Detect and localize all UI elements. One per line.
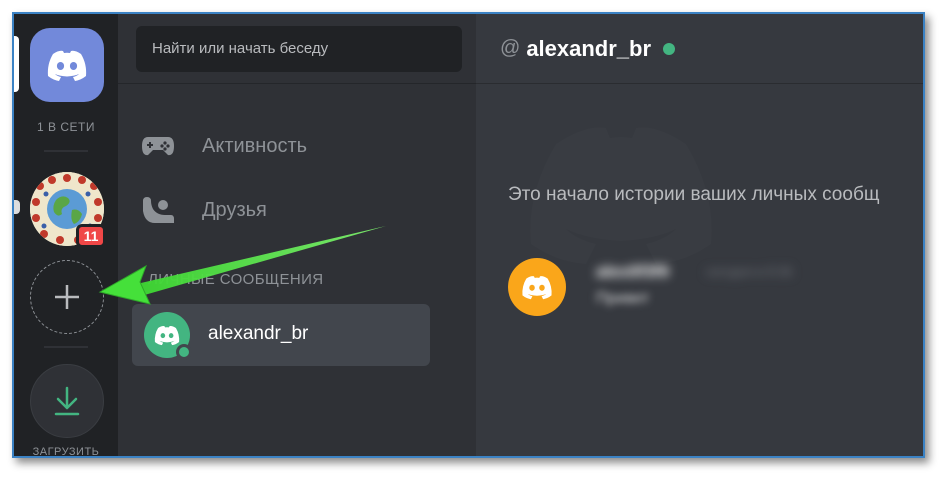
search-bar: Найти или начать беседу <box>118 14 476 84</box>
unread-badge: 11 <box>76 224 106 248</box>
download-label: ЗАГРУЗИТЬ <box>32 446 100 458</box>
discord-window: 1 В СЕТИ 11 ЗАГРУЗИТЬ Найти или начать б… <box>12 12 925 458</box>
active-indicator <box>14 36 19 92</box>
friends-icon <box>140 192 176 228</box>
chat-title: alexandr_br <box>526 35 652 61</box>
home-button[interactable] <box>30 28 104 102</box>
at-icon: @ <box>500 37 521 59</box>
message-text: Привет <box>596 290 650 307</box>
search-input[interactable]: Найти или начать беседу <box>136 26 462 72</box>
dm-item-name: alexandr_br <box>208 323 309 344</box>
rail-separator <box>44 346 88 348</box>
unread-indicator <box>14 200 20 214</box>
online-status-dot <box>663 42 676 55</box>
chat-area: @ alexandr_br Это начало истории ваших л… <box>476 14 923 456</box>
server-rail: 1 В СЕТИ 11 ЗАГРУЗИТЬ <box>14 14 118 456</box>
message-avatar[interactable] <box>508 258 566 316</box>
discord-logo-icon <box>47 50 87 81</box>
rail-separator <box>44 150 88 152</box>
dm-intro-text: Это начало истории ваших личных сообщ <box>508 184 880 205</box>
online-count: 1 В СЕТИ <box>37 120 95 134</box>
dm-sidebar: Найти или начать беседу Активность Друзь… <box>118 14 570 456</box>
message-author[interactable]: alex0f3f9 <box>596 262 669 282</box>
online-status-dot <box>176 344 192 360</box>
download-apps-button[interactable] <box>30 364 104 438</box>
dm-section-header: ЛИЧНЫЕ СООБЩЕНИЯ <box>148 271 324 288</box>
gamepad-icon <box>140 128 176 164</box>
chat-header: @ alexandr_br <box>476 14 923 84</box>
nav-friends-label: Друзья <box>202 198 267 221</box>
dm-item[interactable]: alexandr_br <box>132 304 430 366</box>
download-icon <box>54 386 80 416</box>
add-server-button[interactable] <box>30 260 104 334</box>
plus-icon <box>55 285 79 309</box>
discord-logo-icon <box>154 325 180 346</box>
nav-friends[interactable]: Друзья <box>140 188 440 232</box>
discord-logo-icon <box>522 276 552 300</box>
nav-activity[interactable]: Активность <box>140 124 440 168</box>
message-timestamp: сегодня в 8:36 <box>706 264 793 279</box>
nav-activity-label: Активность <box>202 134 308 157</box>
